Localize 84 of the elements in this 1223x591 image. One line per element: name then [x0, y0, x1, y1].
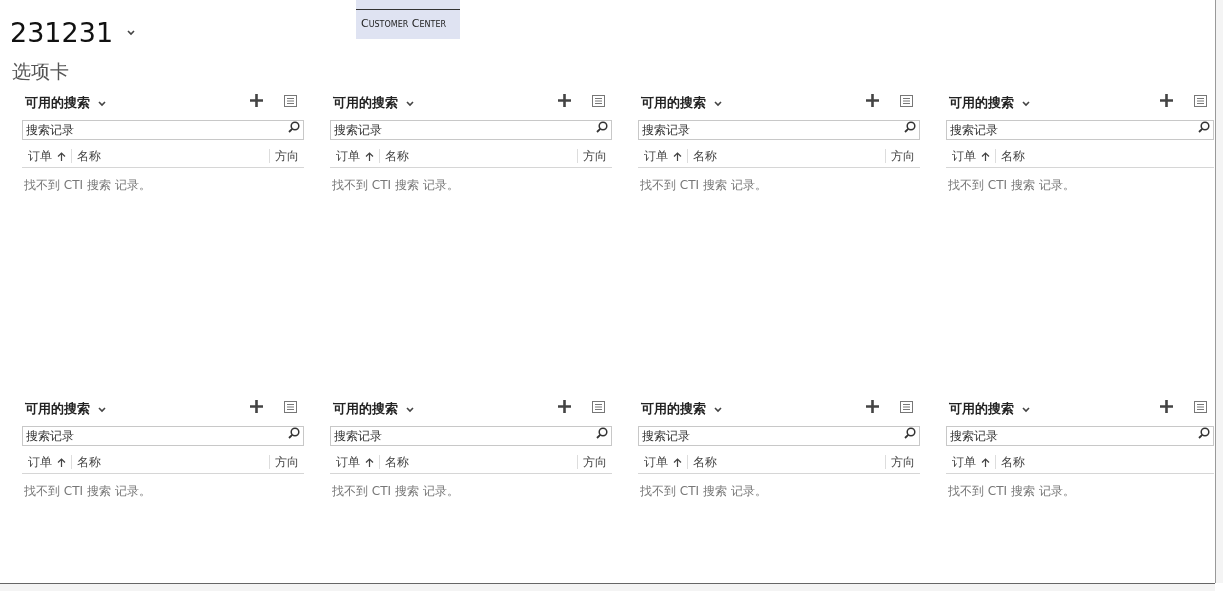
search-field[interactable]: 搜索记录: [638, 426, 920, 446]
plus-icon[interactable]: [866, 400, 879, 413]
chevron-down-icon[interactable]: [406, 407, 414, 413]
column-header[interactable]: 订单: [22, 453, 71, 471]
list-view-icon[interactable]: [1194, 94, 1207, 107]
chevron-down-icon[interactable]: [714, 407, 722, 413]
empty-message: 找不到 CTI 搜索 记录。: [24, 177, 152, 194]
empty-message: 找不到 CTI 搜索 记录。: [24, 483, 152, 500]
column-header[interactable]: 名称: [688, 147, 722, 165]
column-header[interactable]: 方向: [886, 147, 920, 165]
column-header[interactable]: 方向: [270, 453, 304, 471]
column-header[interactable]: 订单: [946, 453, 995, 471]
chevron-down-icon[interactable]: [1022, 101, 1030, 107]
plus-icon[interactable]: [1160, 400, 1173, 413]
list-view-icon[interactable]: [592, 94, 605, 107]
panel-title: 可用的搜索: [641, 94, 706, 113]
search-field[interactable]: 搜索记录: [946, 120, 1214, 140]
plus-icon[interactable]: [866, 94, 879, 107]
list-view-icon[interactable]: [284, 400, 297, 413]
column-header[interactable]: 名称: [72, 147, 106, 165]
empty-message: 找不到 CTI 搜索 记录。: [332, 177, 460, 194]
list-view-icon[interactable]: [284, 94, 297, 107]
chevron-down-icon[interactable]: [98, 407, 106, 413]
column-header[interactable]: 方向: [578, 147, 612, 165]
column-header[interactable]: 名称: [380, 453, 414, 471]
column-header[interactable]: 订单: [638, 453, 687, 471]
search-icon[interactable]: [288, 427, 300, 439]
list-view-icon[interactable]: [1194, 400, 1207, 413]
column-header[interactable]: 名称: [996, 147, 1030, 165]
panel-title: 可用的搜索: [949, 400, 1014, 419]
search-field[interactable]: 搜索记录: [330, 120, 612, 140]
empty-message: 找不到 CTI 搜索 记录。: [640, 177, 768, 194]
list-view-icon[interactable]: [592, 400, 605, 413]
search-field[interactable]: 搜索记录: [638, 120, 920, 140]
column-header[interactable]: 订单: [330, 453, 379, 471]
search-icon[interactable]: [1198, 121, 1210, 133]
column-header[interactable]: 方向: [270, 147, 304, 165]
section-title: 选项卡: [12, 59, 70, 83]
empty-message: 找不到 CTI 搜索 记录。: [948, 483, 1076, 500]
plus-icon[interactable]: [250, 400, 263, 413]
list-view-icon[interactable]: [900, 94, 913, 107]
column-header[interactable]: 订单: [946, 147, 995, 165]
empty-message: 找不到 CTI 搜索 记录。: [332, 483, 460, 500]
chevron-down-icon[interactable]: [127, 30, 136, 36]
column-header[interactable]: 名称: [380, 147, 414, 165]
column-header[interactable]: 方向: [886, 453, 920, 471]
chevron-down-icon[interactable]: [1022, 407, 1030, 413]
panel-title: 可用的搜索: [25, 400, 90, 419]
panel-title: 可用的搜索: [333, 94, 398, 113]
search-icon[interactable]: [596, 121, 608, 133]
empty-message: 找不到 CTI 搜索 记录。: [948, 177, 1076, 194]
panel-title: 可用的搜索: [25, 94, 90, 113]
panel-title: 可用的搜索: [333, 400, 398, 419]
search-field[interactable]: 搜索记录: [22, 426, 304, 446]
plus-icon[interactable]: [250, 94, 263, 107]
column-header[interactable]: 订单: [330, 147, 379, 165]
column-header[interactable]: 订单: [638, 147, 687, 165]
search-icon[interactable]: [904, 427, 916, 439]
plus-icon[interactable]: [1160, 94, 1173, 107]
list-view-icon[interactable]: [900, 400, 913, 413]
plus-icon[interactable]: [558, 400, 571, 413]
panel-title: 可用的搜索: [949, 94, 1014, 113]
search-icon[interactable]: [288, 121, 300, 133]
empty-message: 找不到 CTI 搜索 记录。: [640, 483, 768, 500]
column-header[interactable]: 名称: [996, 453, 1030, 471]
column-header[interactable]: 名称: [72, 453, 106, 471]
plus-icon[interactable]: [558, 94, 571, 107]
chevron-down-icon[interactable]: [98, 101, 106, 107]
record-title: 231231: [10, 16, 114, 50]
vertical-scrollbar[interactable]: [1215, 0, 1223, 583]
search-icon[interactable]: [1198, 427, 1210, 439]
search-field[interactable]: 搜索记录: [22, 120, 304, 140]
search-icon[interactable]: [596, 427, 608, 439]
search-field[interactable]: 搜索记录: [946, 426, 1214, 446]
search-icon[interactable]: [904, 121, 916, 133]
column-header[interactable]: 方向: [578, 453, 612, 471]
chevron-down-icon[interactable]: [714, 101, 722, 107]
horizontal-scrollbar[interactable]: [0, 583, 1215, 591]
search-field[interactable]: 搜索记录: [330, 426, 612, 446]
panel-title: 可用的搜索: [641, 400, 706, 419]
chevron-down-icon[interactable]: [406, 101, 414, 107]
menu-item[interactable]: Customer Center: [356, 10, 460, 39]
column-header[interactable]: 订单: [22, 147, 71, 165]
column-header[interactable]: 名称: [688, 453, 722, 471]
